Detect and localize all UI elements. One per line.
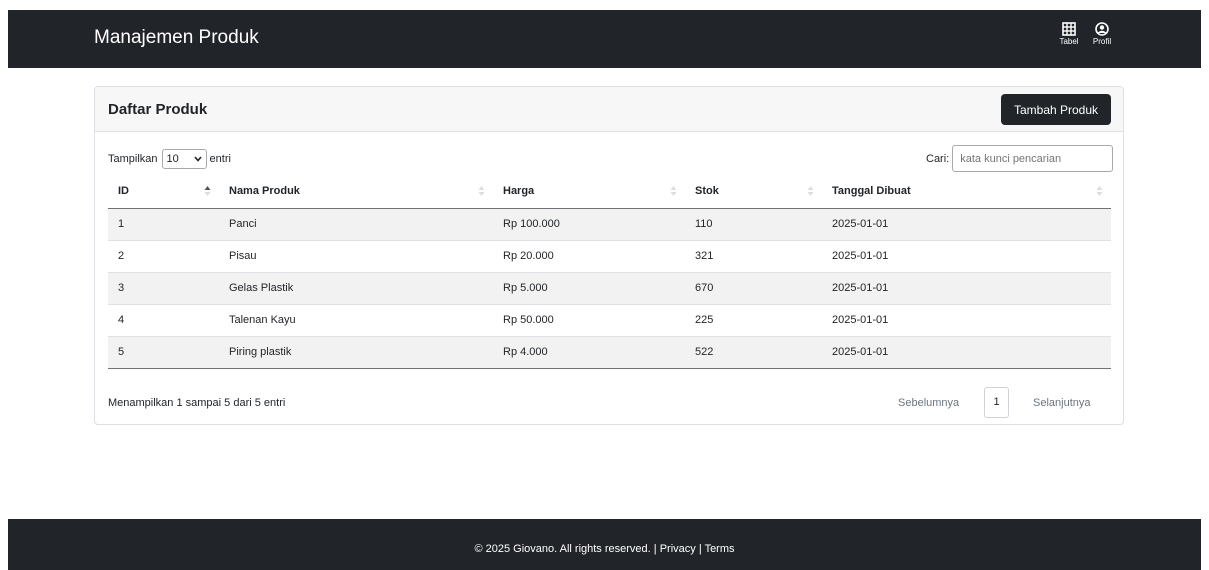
- footer-privacy-link[interactable]: Privacy: [660, 543, 696, 555]
- cell-nama-produk: Panci: [219, 208, 493, 241]
- card-title: Daftar Produk: [108, 101, 208, 118]
- add-product-button[interactable]: Tambah Produk: [1001, 94, 1111, 125]
- table-row: 1 Panci Rp 100.000 110 2025-01-01: [108, 208, 1111, 241]
- brand-title[interactable]: Manajemen Produk: [94, 27, 259, 49]
- table-row: 3 Gelas Plastik Rp 5.000 670 2025-01-01: [108, 272, 1111, 305]
- sort-icon: [1096, 186, 1103, 196]
- cell-tanggal: 2025-01-01: [822, 336, 1111, 369]
- card-header: Daftar Produk Tambah Produk: [95, 87, 1123, 132]
- cell-nama-produk: Talenan Kayu: [219, 304, 493, 337]
- column-header-label: Tanggal Dibuat: [832, 184, 911, 197]
- table-row: 4 Talenan Kayu Rp 50.000 225 2025-01-01: [108, 304, 1111, 337]
- cell-id: 1: [108, 208, 219, 241]
- cell-stok: 670: [685, 272, 822, 305]
- footer-terms-link[interactable]: Terms: [705, 543, 735, 555]
- cell-stok: 225: [685, 304, 822, 337]
- column-header-nama-produk[interactable]: Nama Produk: [219, 174, 493, 209]
- search-label: Cari:: [926, 152, 950, 165]
- sort-icon: [478, 186, 485, 196]
- cell-harga: Rp 5.000: [493, 272, 685, 305]
- footer: © 2025 Giovano. All rights reserved. | P…: [8, 519, 1201, 570]
- nav-item-label: Profil: [1092, 37, 1112, 46]
- table-row: 2 Pisau Rp 20.000 321 2025-01-01: [108, 240, 1111, 273]
- column-header-label: ID: [118, 184, 129, 197]
- app-frame: Manajemen Produk Tabel Profil Daftar Pro…: [8, 10, 1201, 570]
- cell-harga: Rp 100.000: [493, 208, 685, 241]
- cell-tanggal: 2025-01-01: [822, 304, 1111, 337]
- column-header-stok[interactable]: Stok: [685, 174, 822, 209]
- nav-item-label: Tabel: [1059, 37, 1079, 46]
- cell-harga: Rp 20.000: [493, 240, 685, 273]
- sort-icon: [807, 186, 814, 196]
- product-card: Daftar Produk Tambah Produk Tampilkan 10…: [94, 86, 1124, 425]
- search-control: Cari:: [926, 145, 1114, 172]
- sort-asc-icon: [204, 186, 211, 196]
- search-input[interactable]: [952, 145, 1114, 172]
- table-row: 5 Piring plastik Rp 4.000 522 2025-01-01: [108, 336, 1111, 369]
- cell-tanggal: 2025-01-01: [822, 208, 1111, 241]
- length-select[interactable]: 10: [161, 149, 207, 169]
- footer-copyright: © 2025 Giovano. All rights reserved.: [474, 543, 651, 555]
- cell-tanggal: 2025-01-01: [822, 272, 1111, 305]
- nav-item-profil[interactable]: Profil: [1086, 22, 1118, 46]
- pagination-previous[interactable]: Sebelumnya: [898, 387, 959, 418]
- pagination-next[interactable]: Selanjutnya: [1033, 387, 1091, 418]
- column-header-id[interactable]: ID: [108, 174, 219, 209]
- table-icon: [1062, 22, 1076, 36]
- cell-nama-produk: Pisau: [219, 240, 493, 273]
- cell-nama-produk: Gelas Plastik: [219, 272, 493, 305]
- chevron-down-icon: [193, 156, 202, 162]
- sort-icon: [670, 186, 677, 196]
- column-header-harga[interactable]: Harga: [493, 174, 685, 209]
- nav-item-tabel[interactable]: Tabel: [1053, 22, 1085, 46]
- column-header-label: Stok: [695, 184, 719, 197]
- cell-stok: 522: [685, 336, 822, 369]
- cell-id: 5: [108, 336, 219, 369]
- length-control: Tampilkan 10 entri: [108, 149, 231, 169]
- cell-stok: 321: [685, 240, 822, 273]
- table-header-row: ID Nama Produk Harga Stok Tanggal Dibuat: [108, 174, 1111, 209]
- cell-harga: Rp 4.000: [493, 336, 685, 369]
- column-header-tanggal-dibuat[interactable]: Tanggal Dibuat: [822, 174, 1111, 209]
- user-circle-icon: [1095, 22, 1109, 36]
- length-suffix: entri: [209, 153, 231, 165]
- product-table: ID Nama Produk Harga Stok Tanggal Dibuat…: [108, 174, 1111, 369]
- column-header-label: Harga: [503, 184, 535, 197]
- cell-id: 2: [108, 240, 219, 273]
- cell-id: 4: [108, 304, 219, 337]
- pagination-page-current[interactable]: 1: [984, 387, 1009, 418]
- column-header-label: Nama Produk: [229, 184, 300, 197]
- length-value: 10: [166, 153, 179, 165]
- length-prefix: Tampilkan: [108, 153, 158, 165]
- cell-id: 3: [108, 272, 219, 305]
- cell-stok: 110: [685, 208, 822, 241]
- table-info: Menampilkan 1 sampai 5 dari 5 entri: [108, 397, 286, 409]
- cell-tanggal: 2025-01-01: [822, 240, 1111, 273]
- cell-nama-produk: Piring plastik: [219, 336, 493, 369]
- cell-harga: Rp 50.000: [493, 304, 685, 337]
- navbar: Manajemen Produk Tabel Profil: [8, 10, 1201, 68]
